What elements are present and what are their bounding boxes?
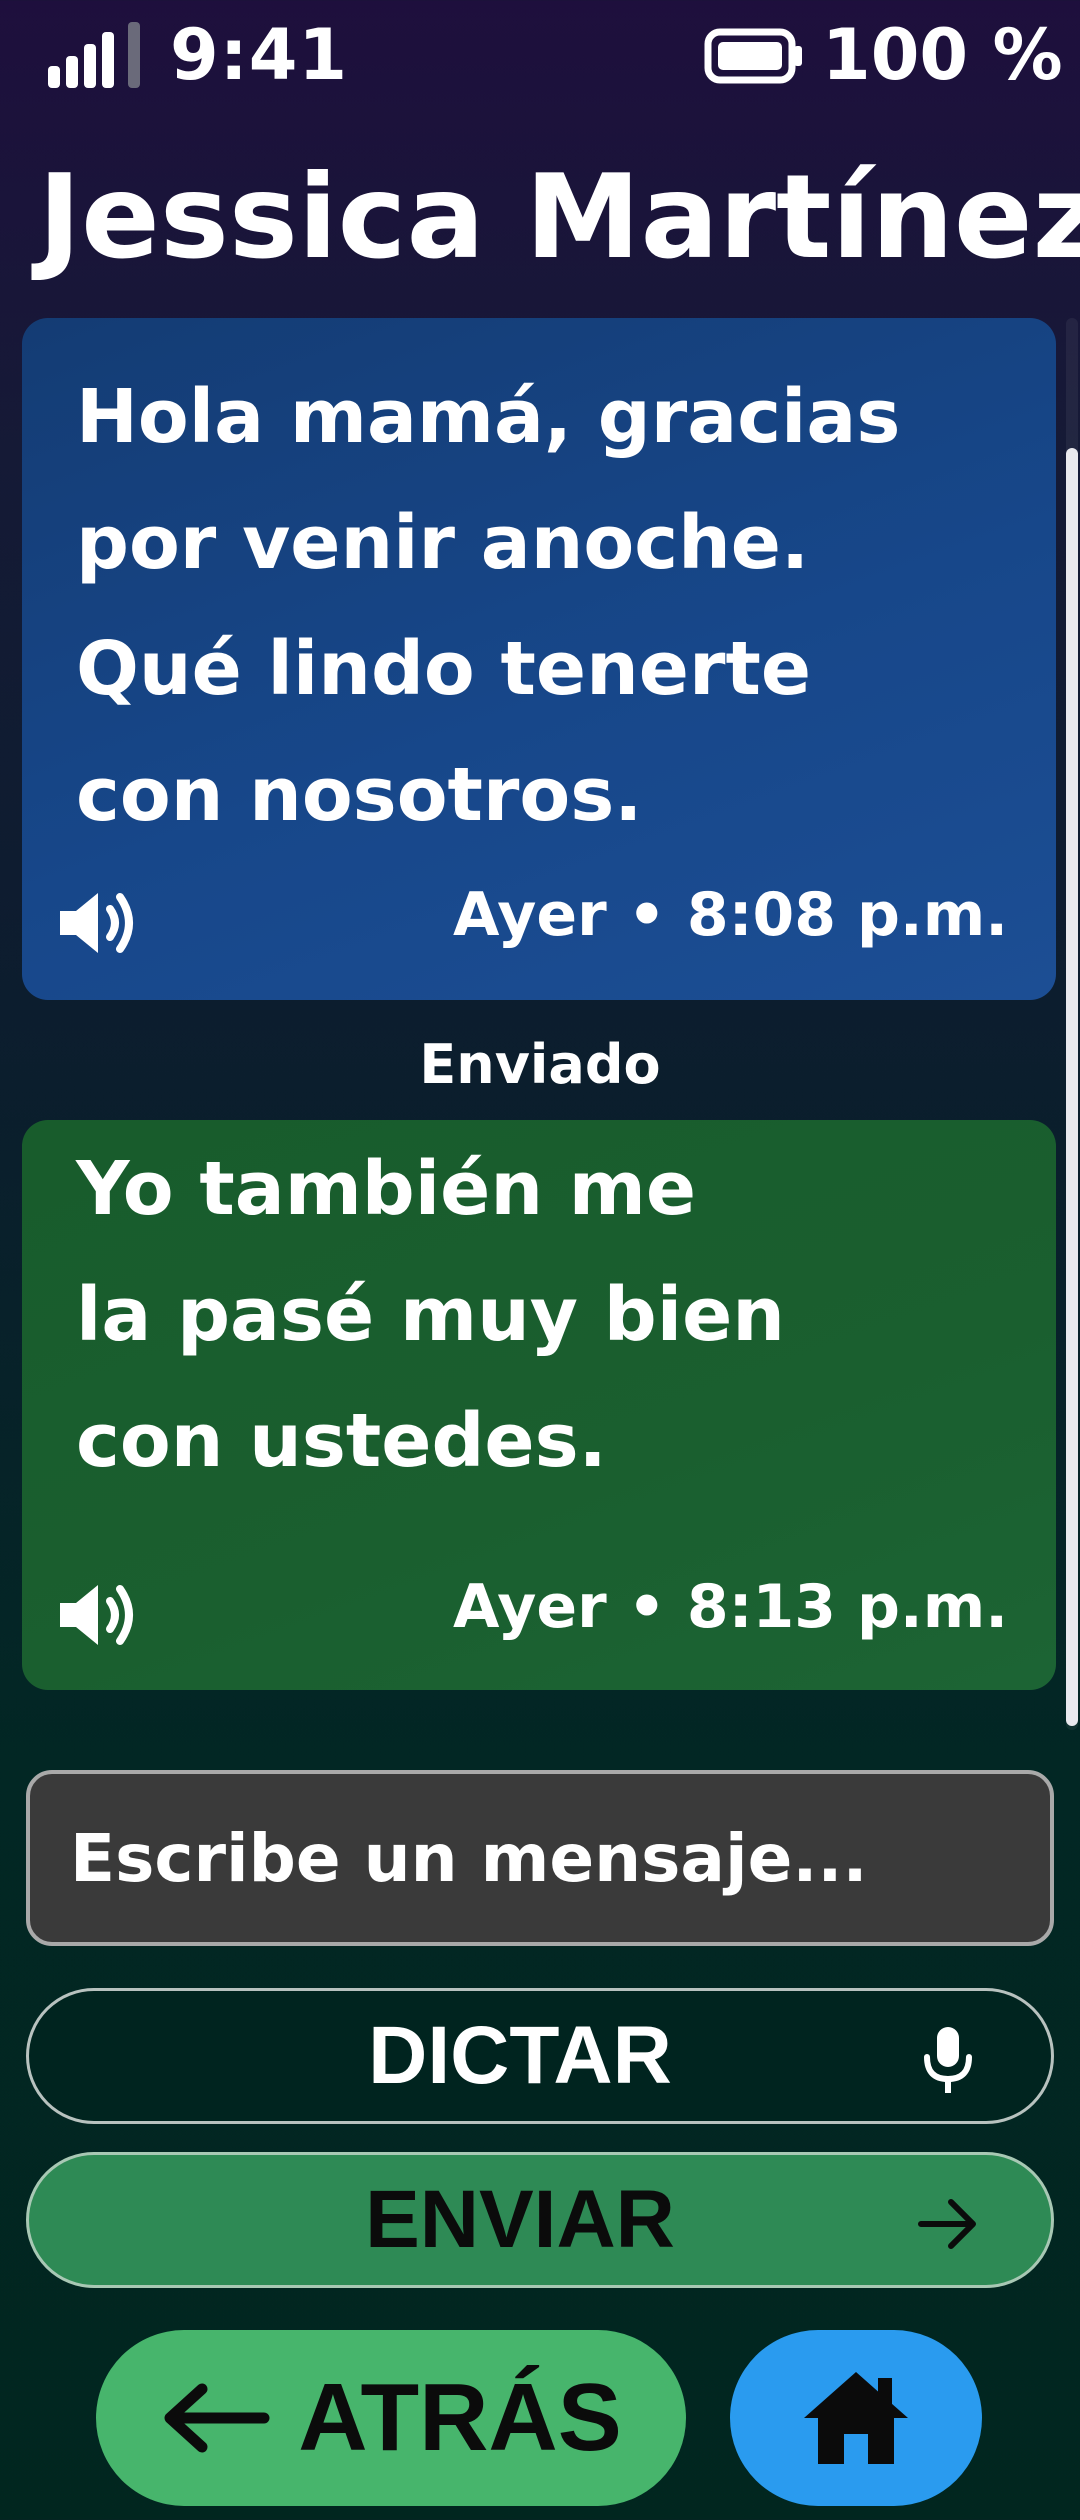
speaker-icon[interactable]: [52, 883, 142, 963]
arrow-right-icon: [918, 2199, 976, 2249]
home-button[interactable]: [730, 2330, 982, 2506]
battery-percentage: 100 %: [822, 14, 1063, 96]
message-bubble-sent: Yo también me la pasé muy bien con usted…: [22, 1120, 1056, 1690]
signal-bars-icon: [48, 22, 140, 88]
dictate-button-label: DICTAR: [368, 2010, 672, 2101]
back-button-label: ATRÁS: [298, 2364, 622, 2471]
home-icon: [804, 2372, 908, 2464]
message-timestamp: Ayer • 8:13 p.m.: [453, 1572, 1008, 1642]
arrow-left-icon: [164, 2383, 270, 2453]
message-timestamp: Ayer • 8:08 p.m.: [453, 880, 1008, 950]
message-text: Yo también me la pasé muy bien con usted…: [76, 1146, 785, 1484]
scrollbar-thumb[interactable]: [1066, 448, 1078, 1726]
message-scrollbar[interactable]: [1066, 318, 1078, 1730]
status-bar: 9:41 100 %: [0, 0, 1080, 112]
message-bubble-received: Hola mamá, gracias por venir anoche. Qué…: [22, 318, 1056, 1000]
microphone-icon: [924, 2027, 972, 2093]
page-title: Jessica Martínez: [38, 150, 1080, 285]
dictate-button[interactable]: DICTAR: [26, 1988, 1054, 2124]
send-button-label: ENVIAR: [365, 2174, 675, 2265]
battery-full-icon: [704, 28, 802, 84]
back-button[interactable]: ATRÁS: [96, 2330, 686, 2506]
send-button[interactable]: ENVIAR: [26, 2152, 1054, 2288]
message-list[interactable]: Hola mamá, gracias por venir anoche. Qué…: [0, 318, 1080, 1730]
speaker-icon[interactable]: [52, 1575, 142, 1655]
message-text: Hola mamá, gracias por venir anoche. Qué…: [76, 374, 901, 838]
status-time: 9:41: [170, 14, 349, 96]
message-input[interactable]: [26, 1770, 1054, 1946]
sent-status-label: Enviado: [419, 1033, 661, 1096]
